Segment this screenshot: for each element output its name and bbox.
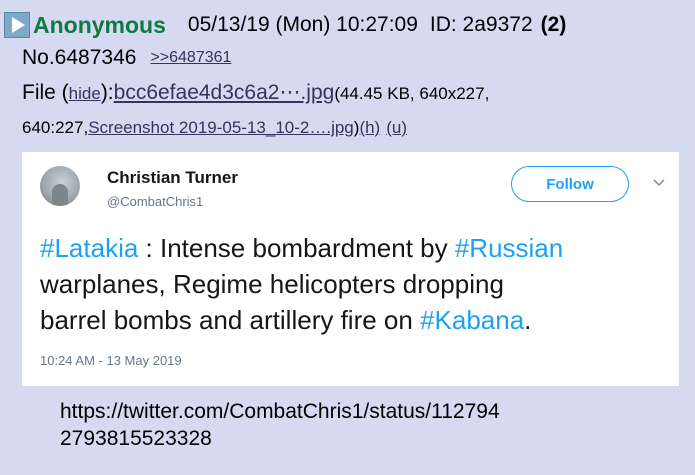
tweet-timestamp: 10:24 AM - 13 May 2019 (40, 353, 182, 368)
post-header: Anonymous 05/13/19 (Mon) 10:27:09 ID: 2a… (4, 10, 566, 40)
u-link[interactable]: (u) (386, 118, 407, 138)
file-label-close: ): (100, 81, 114, 104)
post-datetime: 05/13/19 (Mon) 10:27:09 (187, 13, 418, 36)
tweet-text-line-2: warplanes, Regime helicopters dropping (40, 269, 504, 299)
h-link[interactable]: (h) (359, 118, 380, 138)
tweet-text-segment: . (524, 305, 532, 335)
tweet-text-segment: : Intense bombardment by (138, 233, 455, 263)
tweet-author-name: Christian Turner (107, 168, 238, 187)
follow-button: Follow (511, 166, 629, 202)
hashtag-latakia: #Latakia (40, 233, 139, 263)
quote-link[interactable]: >>6487361 (150, 49, 231, 67)
reply-count: (2) (540, 13, 567, 36)
file-info-continued: 640:227, Screenshot 2019-05-13_10-2….jpg… (22, 118, 407, 142)
file-name-link[interactable]: bcc6efae4d3c6a2⋯.jpg (114, 80, 335, 105)
file-dimensions: 640:227, (22, 118, 89, 137)
tweet-text-segment: barrel bombs and artillery fire on (40, 305, 421, 335)
tweet-text: #Latakia : Intense bombardment by #Russi… (40, 230, 670, 338)
post-menu-arrow-icon[interactable] (4, 12, 30, 38)
hashtag-russian: #Russian (454, 233, 564, 263)
tweet-url-line-2: 2793815523328 (60, 427, 212, 450)
chevron-down-icon (653, 179, 665, 187)
post: Anonymous 05/13/19 (Mon) 10:27:09 ID: 2a… (0, 0, 695, 475)
original-filename-link[interactable]: Screenshot 2019-05-13_10-2….jpg (88, 118, 354, 138)
file-label: File ( (22, 81, 69, 104)
avatar (40, 166, 80, 206)
file-size-info: (44.45 KB, 640x227, (334, 84, 490, 103)
tweet-url-line-1: https://twitter.com/CombatChris1/status/… (60, 400, 500, 423)
post-number[interactable]: No.6487346 (22, 46, 136, 70)
hashtag-kabana: #Kabana (420, 305, 525, 335)
tweet-text-line-1: #Latakia : Intense bombardment by #Russi… (40, 230, 670, 266)
hide-link[interactable]: hide (69, 84, 101, 104)
post-comment: https://twitter.com/CombatChris1/status/… (60, 398, 660, 452)
tweet-text-line-3: barrel bombs and artillery fire on #Kaba… (40, 302, 670, 338)
post-number-line: No.6487346 >>6487361 (22, 44, 231, 72)
file-info: File (hide): bcc6efae4d3c6a2⋯.jpg (44.45… (22, 80, 489, 112)
tweet-author-handle: @CombatChris1 (107, 194, 204, 209)
tweet-image[interactable]: Christian Turner @CombatChris1 Follow #L… (22, 152, 679, 386)
poster-name: Anonymous (33, 11, 166, 38)
poster-id[interactable]: ID: 2a9372 (430, 13, 533, 37)
